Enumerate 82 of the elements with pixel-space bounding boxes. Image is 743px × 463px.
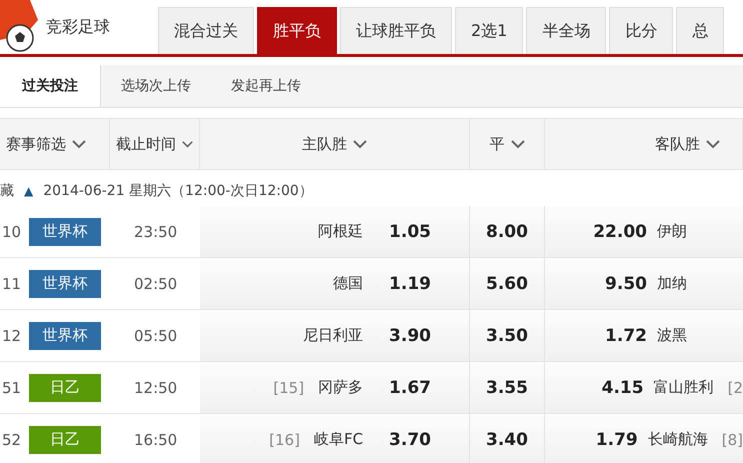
deadline-time: 02:50 <box>134 274 178 292</box>
draw-odds: 3.50 <box>486 326 528 346</box>
draw-odds: 3.40 <box>486 430 528 450</box>
home-team: 冈萨多 <box>318 378 364 397</box>
league-tag[interactable]: 世界杯 <box>29 218 102 246</box>
league-tag[interactable]: 世界杯 <box>29 270 102 298</box>
away-win-odds: 9.50 <box>604 274 647 294</box>
draw-odds: 5.60 <box>486 274 528 294</box>
date-label: 2014-06-21 星期六（12:00-次日12:00） <box>43 182 313 200</box>
chevron-down-icon <box>72 140 86 148</box>
match-number: 51 <box>2 378 22 396</box>
home-win-odds: 1.19 <box>389 274 431 294</box>
column-header[interactable]: 主队胜 <box>200 119 470 169</box>
tab[interactable]: 混合过关 <box>158 7 254 54</box>
home-team: 阿根廷 <box>318 222 364 241</box>
tab[interactable]: 胜平负 <box>257 7 337 54</box>
away-bet-cell[interactable]: 1.79 长崎航海 [8] <box>545 414 743 463</box>
home-bet-cell[interactable]: 阿根廷 1.05 <box>200 206 470 257</box>
away-win-odds: 1.72 <box>604 326 647 346</box>
subtab[interactable]: 选场次上传 <box>101 65 211 107</box>
home-bet-cell[interactable]: [16] 岐阜FC 3.70 <box>200 414 470 463</box>
tab[interactable]: 半全场 <box>526 7 606 54</box>
chevron-down-icon <box>706 140 720 148</box>
collapse-arrow[interactable]: ▲ <box>24 184 34 198</box>
league-tag[interactable]: 世界杯 <box>29 322 102 350</box>
subtab[interactable]: 发起再上传 <box>211 65 321 107</box>
deadline-time: 16:50 <box>134 430 178 448</box>
home-bet-cell[interactable]: 尼日利亚 3.90 <box>200 310 470 361</box>
column-header[interactable]: 平 <box>470 119 545 169</box>
draw-bet-cell[interactable]: 3.55 <box>470 362 545 413</box>
home-win-odds: 1.05 <box>389 222 431 242</box>
match-number: 52 <box>2 430 22 448</box>
tab[interactable]: 总 <box>676 7 724 54</box>
column-header[interactable]: 赛事筛选 <box>0 119 110 169</box>
away-bet-cell[interactable]: 9.50 加纳 <box>545 258 743 309</box>
home-bet-cell[interactable]: [15] 冈萨多 1.67 <box>200 362 470 413</box>
chevron-down-icon <box>353 140 367 148</box>
chevron-down-icon <box>510 140 524 148</box>
draw-bet-cell[interactable]: 3.50 <box>470 310 545 361</box>
away-team: 伊朗 <box>657 222 687 241</box>
chevron-down-icon <box>182 140 193 148</box>
away-team: 加纳 <box>657 274 687 293</box>
away-team: 富山胜利 <box>654 378 714 397</box>
draw-bet-cell[interactable]: 8.00 <box>470 206 545 257</box>
match-number: 10 <box>2 222 22 240</box>
away-bet-cell[interactable]: 4.15 富山胜利 [2 <box>545 362 743 413</box>
deadline-time: 05:50 <box>134 326 178 344</box>
home-bet-cell[interactable]: 德国 1.19 <box>200 258 470 309</box>
column-header[interactable]: 客队胜 <box>545 119 743 169</box>
draw-bet-cell[interactable]: 3.40 <box>470 414 545 463</box>
home-team: 德国 <box>333 274 364 293</box>
home-win-odds: 1.67 <box>389 378 431 398</box>
team-rank: [2 <box>728 378 743 396</box>
away-win-odds: 4.15 <box>600 378 644 398</box>
away-win-odds: 1.79 <box>594 430 638 450</box>
match-number: 12 <box>2 326 22 344</box>
logo-title: 竞彩足球 <box>46 16 110 38</box>
column-header[interactable]: 截止时间 <box>110 119 200 169</box>
hide-toggle[interactable]: 藏 <box>0 182 14 200</box>
team-rank: [15] <box>273 378 304 396</box>
tab[interactable]: 让球胜平负 <box>340 7 452 54</box>
home-win-odds: 3.70 <box>389 430 431 450</box>
team-rank: [8] <box>722 430 743 448</box>
football-logo-icon <box>0 0 40 54</box>
deadline-time: 23:50 <box>134 222 178 240</box>
home-team: 岐阜FC <box>314 430 364 449</box>
draw-odds: 8.00 <box>486 222 528 242</box>
subtab[interactable]: 过关投注 <box>0 65 101 107</box>
away-bet-cell[interactable]: 1.72 波黑 <box>545 310 743 361</box>
draw-bet-cell[interactable]: 5.60 <box>470 258 545 309</box>
deadline-time: 12:50 <box>134 378 178 396</box>
tab[interactable]: 2选1 <box>455 7 524 54</box>
tab[interactable]: 比分 <box>609 7 674 54</box>
home-team: 尼日利亚 <box>303 326 364 345</box>
team-rank: [16] <box>269 430 300 448</box>
away-bet-cell[interactable]: 22.00 伊朗 <box>545 206 743 257</box>
home-win-odds: 3.90 <box>389 326 431 346</box>
draw-odds: 3.55 <box>486 378 528 398</box>
away-win-odds: 22.00 <box>592 222 647 242</box>
match-number: 11 <box>2 274 22 292</box>
away-team: 长崎航海 <box>648 430 708 449</box>
away-team: 波黑 <box>657 326 687 345</box>
